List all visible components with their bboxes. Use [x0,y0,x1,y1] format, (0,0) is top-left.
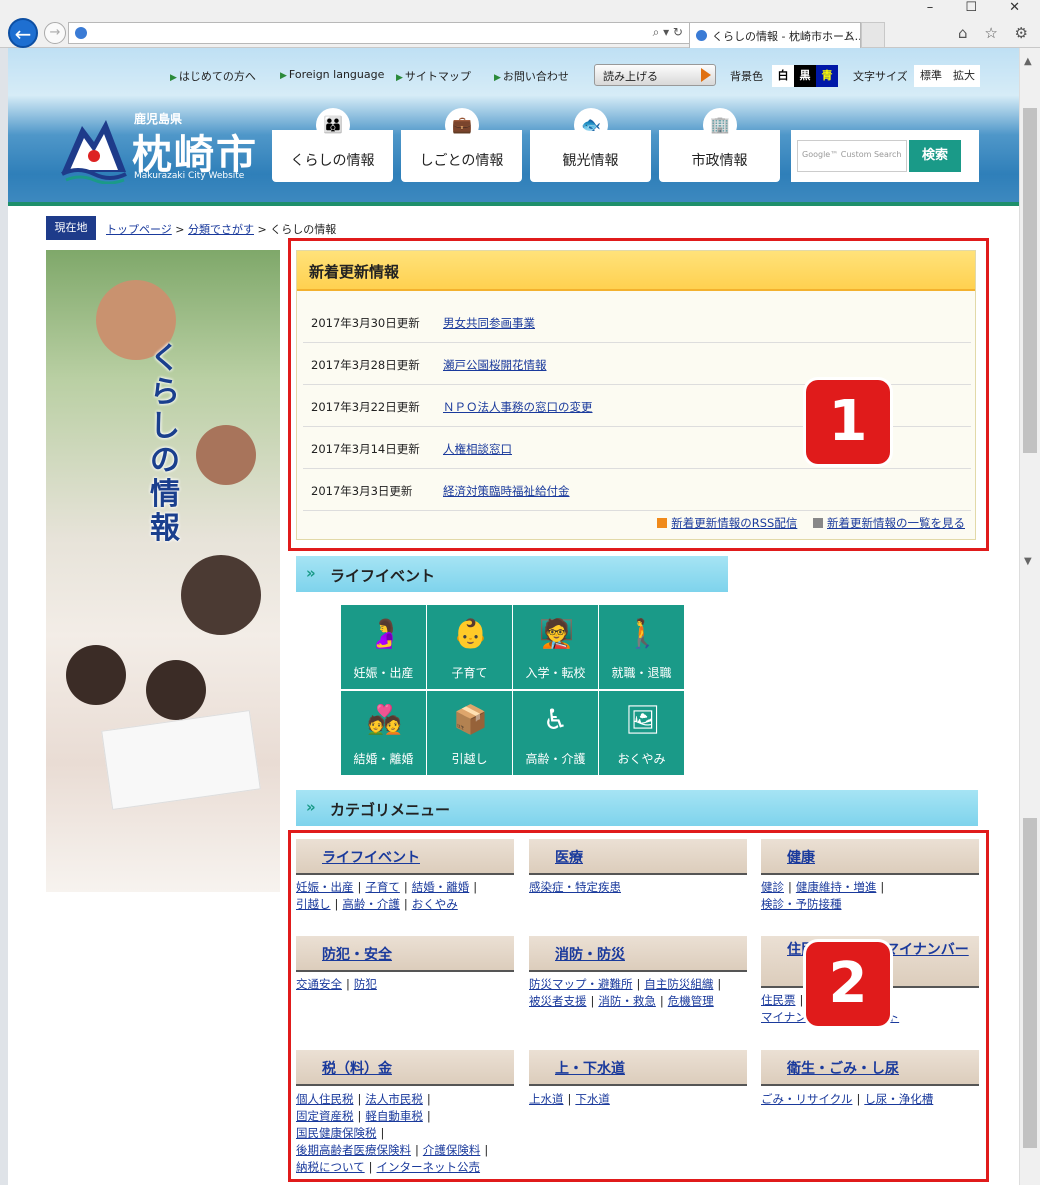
util-link-contact[interactable]: ▶ お問い合わせ [494,68,569,84]
toolbar-icons[interactable]: ⌂ ☆ ⚙ [958,24,1034,42]
web-page: ▶ はじめての方へ ▶ Foreign language ▶ サイトマップ ▶ お問い合… [8,48,1019,1185]
util-link-beginner[interactable]: ▶ はじめての方へ [170,68,256,84]
address-bar[interactable]: ⌕ ▾ ↻ [68,22,690,44]
side-title: くらしの情報 [150,341,180,546]
nav-tourism[interactable]: 🐟 観光情報 [530,108,651,182]
site-favicon-icon [75,27,87,39]
breadcrumb-top[interactable]: トップページ [106,223,172,236]
tab-title: くらしの情報 - 枕崎市ホーム... [712,30,861,43]
side-photo: くらしの情報 [46,250,280,892]
fish-icon: 🐟 [574,108,608,142]
building-icon: 🏢 [703,108,737,142]
tile-condolence[interactable]: 🖼 おくやみ [599,691,684,775]
category-heading: » カテゴリメニュー [296,790,978,826]
bg-black-button[interactable]: 黒 [794,65,816,87]
family-icon: 👪 [316,108,350,142]
moving-box-icon: 📦 [453,703,488,736]
site-header: ▶ はじめての方へ ▶ Foreign language ▶ サイトマップ ▶ お問い合… [8,48,1019,206]
tile-marriage[interactable]: 💑 結婚・離婚 [341,691,426,775]
search-box: Google™ Custom Search 検索 [791,130,979,182]
util-link-foreign[interactable]: ▶ Foreign language [280,68,384,81]
worker-icon: 🚶 [625,617,660,650]
tile-moving[interactable]: 📦 引越し [427,691,512,775]
nav-city[interactable]: 🏢 市政情報 [659,108,780,182]
teacher-icon: 🧑‍🏫 [539,617,574,650]
annotation-badge-2: 2 [806,942,890,1026]
site-logo[interactable]: 鹿児島県 枕崎市 Makurazaki City Website [58,108,263,188]
font-large-button[interactable]: 拡大 [948,65,980,87]
bg-color-label: 背景色 [730,70,763,83]
scroll-track-highlight [1023,818,1037,1148]
tile-elderly[interactable]: ♿ 高齢・介護 [513,691,598,775]
search-input[interactable]: Google™ Custom Search [797,140,907,172]
tile-childcare[interactable]: 👶 子育て [427,605,512,689]
tile-pregnancy[interactable]: 🤰 妊娠・出産 [341,605,426,689]
pregnant-icon: 🤰 [367,617,402,650]
breadcrumb-tag: 現在地 [46,216,96,240]
header-divider [8,202,1019,206]
portrait-icon: 🖼 [625,703,661,736]
tab-close-icon[interactable]: × [845,28,854,41]
font-standard-button[interactable]: 標準 [914,65,948,87]
nav-work[interactable]: 💼 しごとの情報 [401,108,522,182]
scroll-up-icon[interactable]: ▲ [1024,56,1032,67]
chevron-icon: » [306,564,316,582]
couple-icon: 💑 [367,703,402,736]
tile-school[interactable]: 🧑‍🏫 入学・転校 [513,605,598,689]
chevron-icon: » [306,798,316,816]
baby-icon: 👶 [453,617,488,650]
scroll-down-icon[interactable]: ▼ [1024,556,1032,567]
util-link-sitemap[interactable]: ▶ サイトマップ [396,68,471,84]
logo-website: Makurazaki City Website [134,171,245,181]
breadcrumb-category[interactable]: 分類でさがす [188,223,254,236]
breadcrumb: トップページ > 分類でさがす > くらしの情報 [106,223,337,236]
vertical-scrollbar[interactable]: ▲ ▼ [1019,48,1040,1185]
read-aloud-button[interactable]: 読み上げる [594,64,716,86]
font-size-label: 文字サイズ [853,70,908,83]
scroll-thumb[interactable] [1023,108,1037,453]
breadcrumb-current: くらしの情報 [270,223,337,236]
life-heading: » ライフイベント [296,556,728,592]
search-button[interactable]: 検索 [909,140,961,172]
window-controls[interactable]: – ☐ ✕ [927,0,1034,15]
annotation-badge-1: 1 [806,380,890,464]
play-icon [701,68,711,82]
bg-blue-button[interactable]: 青 [816,65,838,87]
nav-living[interactable]: 👪 くらしの情報 [272,108,393,182]
tab-favicon-icon [696,30,707,41]
new-tab-button[interactable] [861,22,885,48]
back-button[interactable]: ← [8,18,38,48]
browser-chrome: ← → ⌕ ▾ ↻ くらしの情報 - 枕崎市ホーム... × – ☐ ✕ ⌂ ☆… [0,0,1040,48]
tile-employment[interactable]: 🚶 就職・退職 [599,605,684,689]
wheelchair-icon: ♿ [542,703,569,736]
bg-white-button[interactable]: 白 [772,65,794,87]
forward-button[interactable]: → [44,22,66,44]
browser-tab[interactable]: くらしの情報 - 枕崎市ホーム... × [689,22,861,48]
address-controls[interactable]: ⌕ ▾ ↻ [653,25,683,40]
briefcase-icon: 💼 [445,108,479,142]
city-emblem-icon [61,120,127,184]
